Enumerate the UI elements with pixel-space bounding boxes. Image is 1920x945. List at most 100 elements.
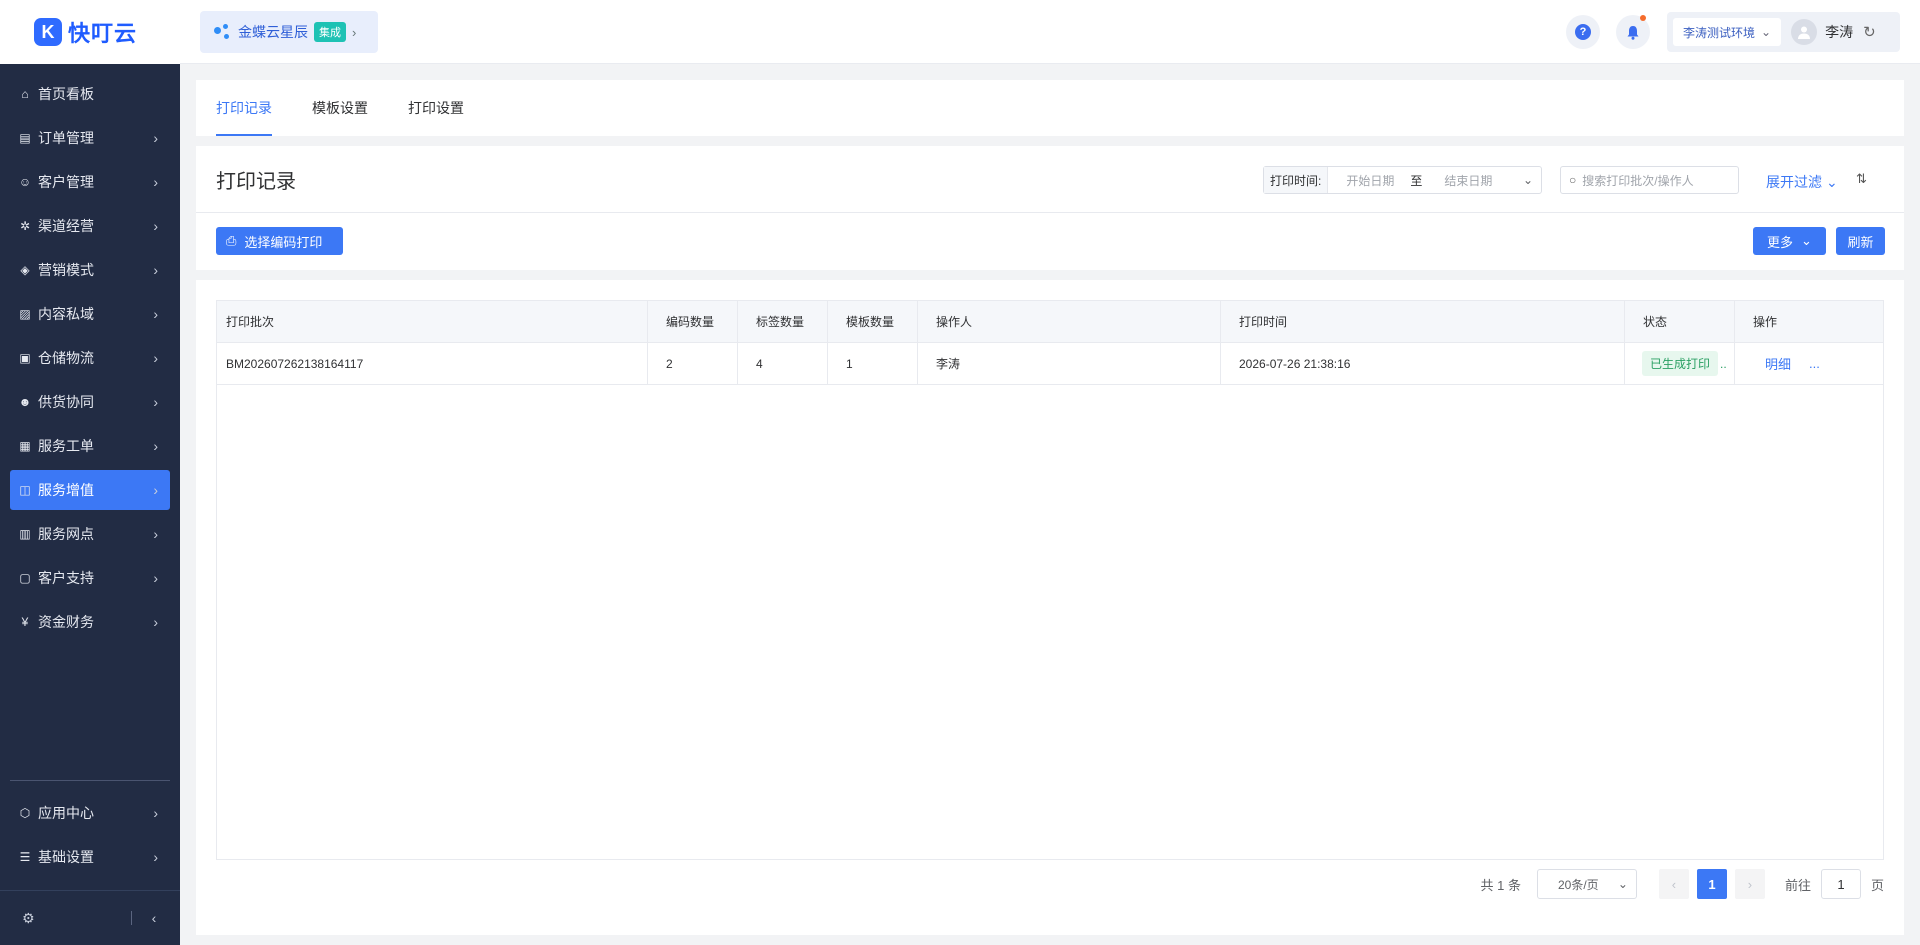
cell-status: 已生成打印.. xyxy=(1625,343,1735,384)
table-card: 打印批次 编码数量 标签数量 模板数量 操作人 打印时间 状态 操作 BM2026072621… xyxy=(196,280,1904,935)
sidebar-item-support[interactable]: ▢ 客户支持 › xyxy=(10,558,170,598)
row-more-actions[interactable]: ... xyxy=(1809,356,1820,371)
cell-label-count: 4 xyxy=(738,343,828,384)
sidebar-item-settings-list[interactable]: ☰ 基础设置 › xyxy=(10,837,170,877)
sort-icon[interactable]: ⇅ xyxy=(1856,171,1867,187)
sidebar-item-cube[interactable]: ⬡ 应用中心 › xyxy=(10,793,170,833)
more-button[interactable]: 更多 ⌄ xyxy=(1753,227,1826,255)
sidebar-item-channel[interactable]: ✲ 渠道经营 › xyxy=(10,206,170,246)
sidebar-nav: ⌂ 首页看板 ▤ 订单管理 › ☺ 客户管理 › ✲ 渠道经营 › ◈ 营销模式 › ▨ 内容私域 › ▣ 仓储物流… xyxy=(0,64,180,642)
sidebar-item-label: 客户支持 xyxy=(38,570,94,586)
print-time-range-picker[interactable]: 打印时间: 开始日期 至 结束日期 ⌄ xyxy=(1263,166,1542,194)
chevron-down-icon: ⌄ xyxy=(1826,173,1838,190)
table-header: 打印批次 编码数量 标签数量 模板数量 操作人 打印时间 状态 操作 xyxy=(217,301,1883,343)
column-header: 操作 xyxy=(1753,315,1778,329)
column-header: 操作人 xyxy=(918,301,1221,342)
sidebar-item-label: 服务增值 xyxy=(38,482,94,498)
collapse-sidebar-icon[interactable]: ‹ xyxy=(152,910,157,926)
sidebar-item-tag[interactable]: ◈ 营销模式 › xyxy=(10,250,170,290)
page-number-current[interactable]: 1 xyxy=(1696,869,1727,899)
chevron-right-icon: › xyxy=(153,526,158,542)
user-name[interactable]: 李涛 xyxy=(1825,22,1853,42)
chevron-down-icon: ⌄ xyxy=(1617,877,1628,891)
tab-1[interactable]: 模板设置 xyxy=(312,80,368,136)
printer-icon: ⎙ xyxy=(226,233,237,248)
bag-icon: ◫ xyxy=(19,483,31,497)
sidebar-item-label: 渠道经营 xyxy=(38,218,94,234)
refresh-button[interactable]: 刷新 xyxy=(1836,227,1885,255)
sidebar-item-label: 基础设置 xyxy=(38,849,94,865)
order-icon: ▤ xyxy=(19,131,31,145)
sidebar-item-yuan[interactable]: ¥ 资金财务 › xyxy=(10,602,170,642)
warehouse-icon: ▣ xyxy=(19,351,31,365)
column-header: 编码数量 xyxy=(648,301,738,342)
table-body: BM202607262138164117 2 4 1 李涛 2026-07-26 21:3… xyxy=(217,343,1883,385)
chevron-right-icon: › xyxy=(153,849,158,865)
settings-list-icon: ☰ xyxy=(19,850,31,864)
sidebar-item-label: 供货协同 xyxy=(38,394,94,410)
support-icon: ▢ xyxy=(19,571,31,585)
yuan-icon: ¥ xyxy=(21,615,29,629)
page-size-label: 20条/页 xyxy=(1557,877,1599,892)
user-icon: ☺ xyxy=(18,175,32,189)
sidebar-item-label: 内容私域 xyxy=(38,306,94,322)
home-icon: ⌂ xyxy=(21,87,29,101)
gear-icon[interactable]: ⚙ xyxy=(22,910,35,927)
sidebar-item-store[interactable]: ▥ 服务网点 › xyxy=(10,514,170,554)
chevron-right-icon: › xyxy=(153,570,158,586)
sidebar-item-image[interactable]: ▨ 内容私域 › xyxy=(10,294,170,334)
sidebar-item-label: 仓储物流 xyxy=(38,350,94,366)
expand-filter-button[interactable]: 展开过滤 ⌄ xyxy=(1766,172,1838,192)
sidebar-item-user[interactable]: ☺ 客户管理 › xyxy=(10,162,170,202)
footer-divider xyxy=(130,911,132,925)
status-badge: 已生成打印 xyxy=(1642,351,1719,376)
help-button[interactable]: ? xyxy=(1566,15,1600,49)
avatar[interactable] xyxy=(1791,19,1818,45)
list-header: 打印记录 打印时间: 开始日期 至 结束日期 ⌄ ○ 搜索打印批次/操作人 展开… xyxy=(196,146,1904,270)
sidebar-item-order[interactable]: ▤ 订单管理 › xyxy=(10,118,170,158)
image-icon: ▨ xyxy=(19,307,31,321)
sidebar-item-label: 资金财务 xyxy=(38,614,94,630)
sidebar-item-home[interactable]: ⌂ 首页看板 xyxy=(10,74,170,114)
search-placeholder: 搜索打印批次/操作人 xyxy=(1582,173,1694,188)
search-input[interactable]: ○ 搜索打印批次/操作人 xyxy=(1560,166,1739,194)
chevron-down-icon: ⌄ xyxy=(1522,173,1533,187)
environment-select[interactable]: 李涛测试环境 ⌄ xyxy=(1673,18,1782,46)
prev-page-button[interactable]: ‹ xyxy=(1658,869,1689,899)
chevron-right-icon: › xyxy=(153,262,158,278)
pagination: 共 1 条 20条/页 ⌄ ‹ 1 › 前往 1 页 xyxy=(1481,869,1884,899)
end-date-input[interactable]: 结束日期 xyxy=(1426,172,1504,189)
range-separator: 至 xyxy=(1410,173,1423,188)
sidebar-item-ticket[interactable]: ▦ 服务工单 › xyxy=(10,426,170,466)
goto-page-input[interactable]: 1 xyxy=(1820,869,1861,899)
sidebar-footer: ⚙ ‹ xyxy=(0,890,180,945)
select-code-print-button[interactable]: ⎙ 选择编码打印 xyxy=(216,227,343,255)
app-switcher[interactable]: 金蝶云星辰 集成 › xyxy=(200,11,378,53)
page-size-select[interactable]: 20条/页 ⌄ xyxy=(1536,869,1637,899)
detail-link[interactable]: 明细 xyxy=(1765,354,1791,373)
next-page-button[interactable]: › xyxy=(1734,869,1765,899)
refresh-label: 刷新 xyxy=(1847,234,1874,250)
sidebar-item-warehouse[interactable]: ▣ 仓储物流 › xyxy=(10,338,170,378)
refresh-icon[interactable]: ↻ xyxy=(1863,23,1876,41)
environment-label: 李涛测试环境 xyxy=(1683,25,1756,40)
notification-button[interactable] xyxy=(1616,15,1650,49)
tab-2[interactable]: 打印设置 xyxy=(408,80,464,136)
sidebar-item-label: 客户管理 xyxy=(38,174,94,190)
sidebar-item-bag[interactable]: ◫ 服务增值 › xyxy=(10,470,170,510)
user-avatar-icon xyxy=(1798,26,1811,39)
chevron-down-icon: ⌄ xyxy=(1801,233,1812,248)
sidebar-item-label: 应用中心 xyxy=(38,805,94,821)
select-code-print-label: 选择编码打印 xyxy=(244,234,323,250)
integration-badge: 集成 xyxy=(314,22,346,42)
sidebar-item-supply[interactable]: ☻ 供货协同 › xyxy=(10,382,170,422)
start-date-input[interactable]: 开始日期 xyxy=(1328,172,1406,189)
cell-batch: BM202607262138164117 xyxy=(217,343,648,384)
chevron-right-icon: › xyxy=(153,394,158,410)
column-header: 状态 xyxy=(1625,301,1735,342)
app-name: 金蝶云星辰 xyxy=(238,24,308,40)
tab-0[interactable]: 打印记录 xyxy=(216,80,272,136)
sidebar-item-label: 订单管理 xyxy=(38,130,94,146)
store-icon: ▥ xyxy=(19,527,31,541)
logo[interactable]: K 快叮云 xyxy=(0,0,180,64)
